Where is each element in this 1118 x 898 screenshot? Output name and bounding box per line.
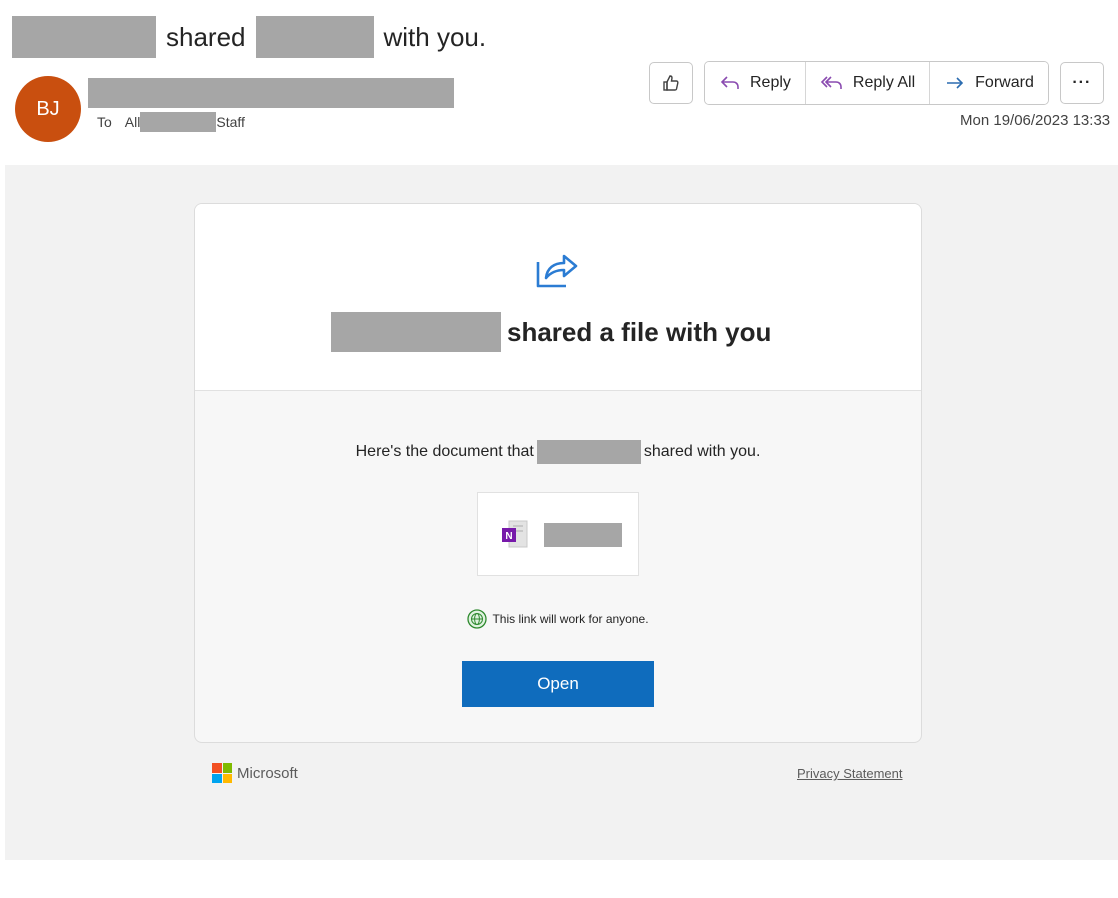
like-button[interactable]	[649, 62, 693, 104]
recipient-suffix[interactable]: Staff	[216, 114, 245, 130]
forward-button[interactable]: Forward	[930, 62, 1048, 104]
open-button[interactable]: Open	[462, 661, 654, 707]
recipient-prefix[interactable]: All	[125, 114, 141, 130]
more-actions-button[interactable]: ···	[1059, 62, 1104, 104]
reply-all-label: Reply All	[852, 74, 916, 91]
svg-text:N: N	[505, 531, 512, 542]
redacted-file-title	[544, 523, 622, 547]
message-actions-toolbar: Reply Reply All Forward ···	[649, 61, 1104, 105]
forward-arrow-icon	[947, 77, 964, 89]
reply-all-button[interactable]: Reply All	[805, 62, 931, 104]
forward-label: Forward	[975, 74, 1034, 91]
redacted-sender-address	[88, 78, 454, 108]
more-icon: ···	[1072, 74, 1092, 91]
email-subject: shared with you.	[12, 16, 486, 58]
recipient-line: To All Staff	[97, 112, 245, 132]
to-label: To	[97, 114, 112, 130]
reply-arrow-icon	[720, 76, 739, 89]
card-title-text: shared a file with you	[507, 316, 772, 347]
shared-file-tile[interactable]: N	[477, 492, 639, 576]
card-title: shared a file with you	[331, 312, 771, 352]
privacy-statement-link[interactable]: Privacy Statement	[797, 766, 903, 781]
redacted-file-name	[255, 16, 374, 58]
redacted-sender-name	[12, 16, 156, 58]
reply-label: Reply	[750, 74, 791, 91]
reply-all-arrow-icon	[820, 76, 842, 89]
redacted-recipient	[140, 112, 217, 132]
redacted-sharer-inline	[536, 440, 641, 464]
avatar[interactable]: BJ	[15, 76, 81, 142]
subject-shared-text: shared	[166, 21, 246, 52]
thumbs-up-icon	[663, 75, 679, 91]
reply-button-group: Reply Reply All Forward	[704, 61, 1049, 105]
card-header: shared a file with you	[195, 204, 921, 391]
microsoft-logo-icon	[212, 763, 232, 783]
share-notification-card: shared a file with you Here's the docume…	[194, 203, 922, 743]
received-datetime: Mon 19/06/2023 13:33	[960, 112, 1111, 129]
share-arrow-icon	[536, 254, 578, 288]
globe-icon	[467, 609, 488, 629]
onenote-icon: N	[502, 520, 528, 548]
microsoft-logo: Microsoft	[212, 763, 298, 783]
link-permission-note: This link will work for anyone.	[195, 609, 921, 629]
desc-suffix: shared with you.	[643, 443, 761, 460]
link-note-text: This link will work for anyone.	[492, 612, 649, 626]
card-description: Here's the document that shared with you…	[195, 440, 921, 464]
desc-prefix: Here's the document that	[355, 443, 534, 460]
reply-button[interactable]: Reply	[705, 62, 806, 104]
microsoft-logo-text: Microsoft	[237, 764, 298, 782]
redacted-sharer-name	[331, 312, 501, 352]
subject-with-you-text: with you.	[383, 21, 487, 52]
